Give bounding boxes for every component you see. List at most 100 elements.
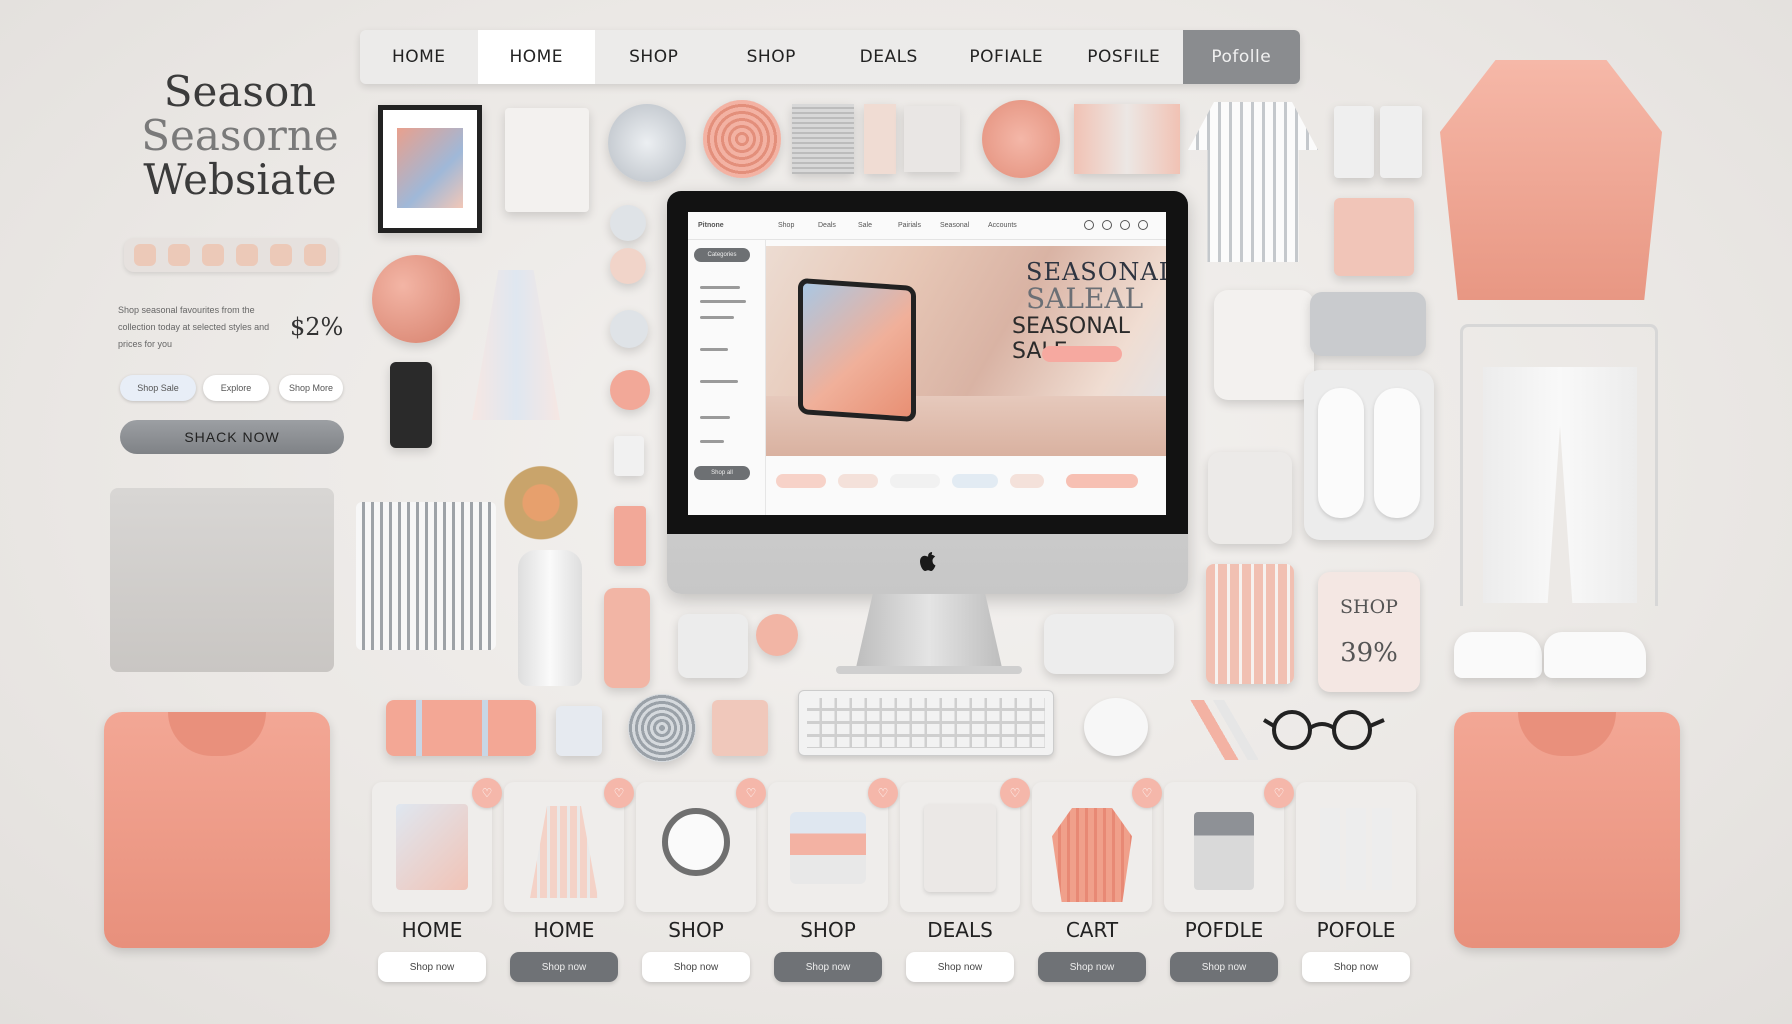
tile-shop-button[interactable]: Shop now xyxy=(906,952,1014,982)
nav-item-profile-button[interactable]: Pofolle xyxy=(1182,30,1300,84)
brand-line: Seasorne xyxy=(141,111,339,160)
notebook xyxy=(1334,198,1414,276)
pens-icon xyxy=(1180,700,1258,760)
wallet xyxy=(1208,452,1292,544)
cart-icon[interactable] xyxy=(1138,220,1148,230)
rolled-towels xyxy=(386,700,536,756)
sneakers-box xyxy=(1304,370,1434,540)
tile-shop-button[interactable]: Shop now xyxy=(774,952,882,982)
sneaker-icon xyxy=(1454,632,1542,678)
tile-badge-icon[interactable]: ♡ xyxy=(1264,778,1294,808)
camera-icon xyxy=(678,614,748,678)
nav-item-deals[interactable]: DEALS xyxy=(830,30,948,84)
white-trousers xyxy=(1483,367,1637,603)
tile-badge-icon[interactable]: ♡ xyxy=(1132,778,1162,808)
tile-shop-button[interactable]: Shop now xyxy=(378,952,486,982)
screen-nav-item[interactable]: Deals xyxy=(818,222,836,229)
screen-nav-item[interactable]: Pairials xyxy=(898,222,921,229)
sidebar-item[interactable] xyxy=(700,286,740,289)
tile-badge-icon[interactable]: ♡ xyxy=(1000,778,1030,808)
watch-thumbnail xyxy=(662,808,730,876)
card-icon xyxy=(864,104,896,174)
sidebar-item[interactable] xyxy=(700,416,730,419)
shop-sale-button[interactable]: Shop Sale xyxy=(120,375,196,401)
nav-item-shop-2[interactable]: SHOP xyxy=(713,30,831,84)
screen-nav: Pitnone Shop Deals Sale Pairials Seasona… xyxy=(688,212,1166,240)
account-icon[interactable] xyxy=(1102,220,1112,230)
sidebar-item[interactable] xyxy=(700,300,746,303)
dried-flowers xyxy=(470,432,612,550)
product-tile[interactable] xyxy=(1296,782,1416,912)
cardigan-thumbnail xyxy=(1052,808,1132,902)
pink-jacket xyxy=(1440,60,1662,300)
screen-brand[interactable]: Pitnone xyxy=(698,222,724,229)
apple-logo-icon xyxy=(920,552,936,571)
coiled-rope-icon xyxy=(703,100,781,178)
sidebar-button[interactable]: Shop all xyxy=(694,466,750,480)
tile-badge-icon[interactable]: ♡ xyxy=(472,778,502,808)
promo-price: $2% xyxy=(290,313,344,341)
pencil-box xyxy=(1206,564,1294,684)
category-chips xyxy=(776,470,1156,492)
sidebar-item[interactable] xyxy=(700,316,734,319)
category-chip[interactable] xyxy=(952,474,998,488)
sidebar-tag[interactable]: Categories xyxy=(694,248,750,262)
screen-nav-item[interactable]: Accounts xyxy=(988,222,1017,229)
sidebar-item[interactable] xyxy=(700,380,738,383)
compact-mirror-icon xyxy=(756,614,798,656)
tile-shop-button[interactable]: Shop now xyxy=(510,952,618,982)
hero-subtitle: SALEAL xyxy=(1026,282,1144,315)
tile-shop-button[interactable]: Shop now xyxy=(642,952,750,982)
sale-sign-price: 39% xyxy=(1340,638,1398,668)
folded-socks xyxy=(556,706,602,756)
category-chip[interactable] xyxy=(838,474,878,488)
tile-shop-button[interactable]: Shop now xyxy=(1038,952,1146,982)
sidebar-item[interactable] xyxy=(700,348,728,351)
button-icon xyxy=(610,370,650,410)
tile-label: SHOP xyxy=(800,918,856,942)
phone-icon xyxy=(390,362,432,448)
search-icon[interactable] xyxy=(1084,220,1094,230)
top-thumbnail xyxy=(530,806,598,898)
screen-nav-item[interactable]: Seasonal xyxy=(940,222,969,229)
screen-sidebar: Categories Shop all xyxy=(688,240,766,515)
tile-badge-icon[interactable]: ♡ xyxy=(604,778,634,808)
category-chip[interactable] xyxy=(890,474,940,488)
tile-label: HOME xyxy=(533,918,595,942)
dispenser-thumbnail xyxy=(1194,812,1254,890)
screen-nav-item[interactable]: Sale xyxy=(858,222,872,229)
tile-shop-button[interactable]: Shop now xyxy=(1170,952,1278,982)
card-holder xyxy=(1334,106,1374,178)
category-chip[interactable] xyxy=(1010,474,1044,488)
category-chip[interactable] xyxy=(1066,474,1138,488)
glasses-icon xyxy=(1262,710,1385,750)
nav-item-profile[interactable]: POFIALE xyxy=(948,30,1066,84)
nav-item-home-active[interactable]: HOME xyxy=(477,30,595,84)
framed-art xyxy=(378,105,482,233)
swatch xyxy=(270,244,292,266)
hero-cta-button[interactable] xyxy=(1042,346,1122,362)
website-screen: Pitnone Shop Deals Sale Pairials Seasona… xyxy=(688,212,1166,515)
screen-nav-item[interactable]: Shop xyxy=(778,222,794,229)
folded-sweater-left xyxy=(104,712,330,948)
tag-icon xyxy=(614,506,646,566)
tile-badge-icon[interactable]: ♡ xyxy=(868,778,898,808)
card-holder xyxy=(1380,106,1422,178)
tile-label: POFDLE xyxy=(1184,918,1264,942)
explore-button[interactable]: Explore xyxy=(203,375,269,401)
nav-item-home[interactable]: HOME xyxy=(360,30,478,84)
tile-shop-button[interactable]: Shop now xyxy=(1302,952,1410,982)
sidebar-item[interactable] xyxy=(700,440,724,443)
water-bottle xyxy=(604,588,650,688)
fabric-swatch xyxy=(792,104,854,174)
tile-badge-icon[interactable]: ♡ xyxy=(736,778,766,808)
button-icon xyxy=(610,310,648,348)
promo-text: Shop seasonal favourites from the collec… xyxy=(118,305,270,349)
wishlist-icon[interactable] xyxy=(1120,220,1130,230)
shop-more-button[interactable]: Shop More xyxy=(279,375,343,401)
shop-now-button[interactable]: SHACK NOW xyxy=(120,420,344,454)
category-chip[interactable] xyxy=(776,474,826,488)
nav-item-shop[interactable]: SHOP xyxy=(595,30,713,84)
sale-sign-title: SHOP xyxy=(1340,596,1398,618)
nav-item-profile-2[interactable]: POSFILE xyxy=(1065,30,1183,84)
